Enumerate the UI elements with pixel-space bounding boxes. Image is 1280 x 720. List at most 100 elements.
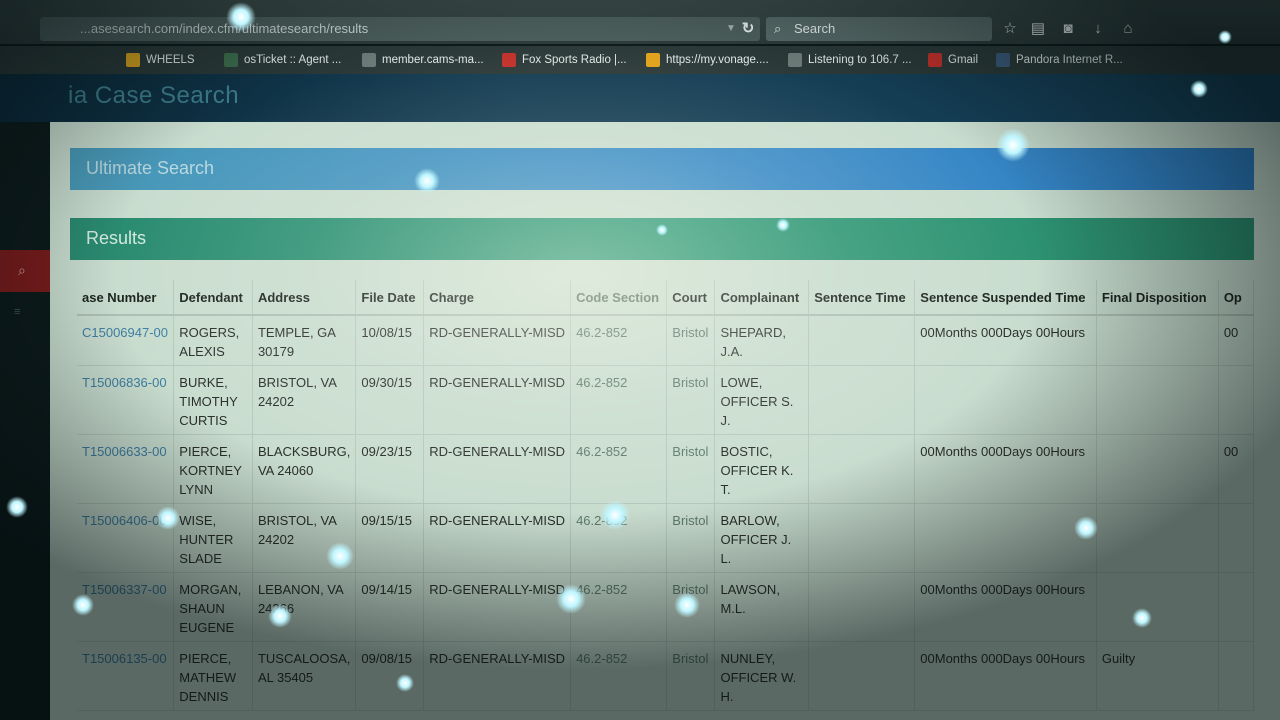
file-date-cell: 09/23/15 [355,434,425,504]
address-bar[interactable]: ...asesearch.com/index.cfm/ultimatesearc… [40,17,760,41]
star-icon[interactable]: ☆ [998,17,1022,41]
address-cell: BLACKSBURG, VA 24060 [252,434,357,504]
file-date-cell: 09/14/15 [355,572,425,642]
bookmark-item[interactable]: Pandora Internet R... [996,46,1123,74]
col-op[interactable]: Op [1218,280,1254,316]
court-cell: Bristol [666,641,716,711]
bookmark-icon [126,52,140,67]
col-final-disposition[interactable]: Final Disposition [1096,280,1219,316]
court-cell: Bristol [666,365,716,435]
col-sentence-suspended[interactable]: Sentence Suspended Time [914,280,1097,316]
bookmark-item[interactable]: osTicket :: Agent ... [224,46,341,74]
charge-cell: RD-GENERALLY-MISD [423,641,572,711]
bookmark-item[interactable]: Listening to 106.7 ... [788,46,912,74]
defendant-cell: PIERCE, MATHEW DENNIS [173,641,253,711]
code-section-cell: 46.2-852 [570,503,668,573]
sentence-time-cell [808,434,916,504]
defendant-cell: BURKE, TIMOTHY CURTIS [173,365,253,435]
col-case-number[interactable]: ase Number [77,280,175,316]
sentence-time-cell [808,503,916,573]
complainant-cell: BOSTIC, OFFICER K. T. [714,434,810,504]
results-panel: Results [70,218,1254,260]
results-table-container[interactable]: ase Number Defendant Address File Date C… [70,280,1254,720]
heart-radio-icon [502,52,516,67]
charge-cell: RD-GENERALLY-MISD [423,315,572,366]
complainant-cell: LAWSON, M.L. [714,572,810,642]
case-number-link[interactable]: T15006836-00 [77,365,175,435]
col-complainant[interactable]: Complainant [714,280,810,316]
col-charge[interactable]: Charge [423,280,572,316]
ultimate-search-panel[interactable]: Ultimate Search [70,148,1254,190]
pandora-icon [996,52,1010,67]
table-row: T15006633-00 PIERCE, KORTNEY LYNN BLACKS… [77,434,1254,504]
bookmark-item[interactable]: Fox Sports Radio |... [502,46,627,74]
suspended-time-cell: 00Months 000Days 00Hours [914,315,1097,366]
case-number-link[interactable]: C15006947-00 [77,315,175,366]
table-row: T15006836-00 BURKE, TIMOTHY CURTIS BRIST… [77,365,1254,435]
court-cell: Bristol [666,572,716,642]
address-cell: BRISTOL, VA 24202 [252,365,357,435]
table-row: T15006406-00 WISE, HUNTER SLADE BRISTOL,… [77,503,1254,573]
col-code-section[interactable]: Code Section [570,280,668,316]
address-cell: BRISTOL, VA 24202 [252,503,357,573]
op-cell [1218,503,1254,573]
suspended-time-cell: 00Months 000Days 00Hours [914,434,1097,504]
search-placeholder: Search [794,21,836,36]
op-cell: 00 [1218,315,1254,366]
col-defendant[interactable]: Defendant [173,280,253,316]
charge-cell: RD-GENERALLY-MISD [423,572,572,642]
case-number-link[interactable]: T15006135-00 [77,641,175,711]
code-section-cell: 46.2-852 [570,434,668,504]
reading-list-icon[interactable]: ▤ [1026,17,1050,41]
bookmark-item[interactable]: WHEELS [126,46,195,74]
sentence-time-cell [808,365,916,435]
address-cell: TEMPLE, GA 30179 [252,315,357,366]
code-section-cell: 46.2-852 [570,572,668,642]
case-number-link[interactable]: T15006633-00 [77,434,175,504]
download-icon[interactable]: ↓ [1086,17,1110,41]
op-cell [1218,365,1254,435]
site-title[interactable]: ia Case Search [68,82,239,110]
bookmark-icon [788,52,802,67]
reload-icon[interactable]: ↻ [736,17,760,41]
defendant-cell: MORGAN, SHAUN EUGENE [173,572,253,642]
file-date-cell: 09/15/15 [355,503,425,573]
op-cell: 00 [1218,434,1254,504]
bookmark-icon [224,52,238,67]
bookmark-icon [362,52,376,67]
code-section-cell: 46.2-852 [570,365,668,435]
court-cell: Bristol [666,503,716,573]
code-section-cell: 46.2-852 [570,641,668,711]
case-number-link[interactable]: T15006337-00 [77,572,175,642]
pocket-icon[interactable]: ◙ [1056,17,1080,41]
site-header: ia Case Search [0,74,1280,122]
case-number-link[interactable]: T15006406-00 [77,503,175,573]
panel-title: Ultimate Search [86,158,215,178]
search-icon: ⌕ [18,262,26,278]
address-cell: TUSCALOOSA, AL 35405 [252,641,357,711]
col-court[interactable]: Court [666,280,716,316]
sentence-time-cell [808,641,916,711]
address-cell: LEBANON, VA 24266 [252,572,357,642]
sentence-time-cell [808,572,916,642]
bookmark-item[interactable]: https://my.vonage.... [646,46,769,74]
table-row: T15006135-00 PIERCE, MATHEW DENNIS TUSCA… [77,641,1254,711]
table-row: C15006947-00 ROGERS, ALEXIS TEMPLE, GA 3… [77,315,1254,366]
col-address[interactable]: Address [252,280,357,316]
complainant-cell: NUNLEY, OFFICER W. H. [714,641,810,711]
home-icon[interactable]: ⌂ [1116,17,1140,41]
disposition-cell [1096,365,1219,435]
panel-title: Results [86,228,147,248]
file-date-cell: 09/08/15 [355,641,425,711]
op-cell [1218,572,1254,642]
results-table: ase Number Defendant Address File Date C… [77,280,1254,711]
bookmark-item[interactable]: member.cams-ma... [362,46,484,74]
sidebar-icon: ≡ [14,306,21,318]
col-file-date[interactable]: File Date [355,280,425,316]
search-input[interactable]: ⌕ Search [766,17,992,41]
bookmark-item[interactable]: Gmail [928,46,978,74]
complainant-cell: LOWE, OFFICER S. J. [714,365,810,435]
col-sentence-time[interactable]: Sentence Time [808,280,916,316]
suspended-time-cell [914,503,1097,573]
charge-cell: RD-GENERALLY-MISD [423,503,572,573]
